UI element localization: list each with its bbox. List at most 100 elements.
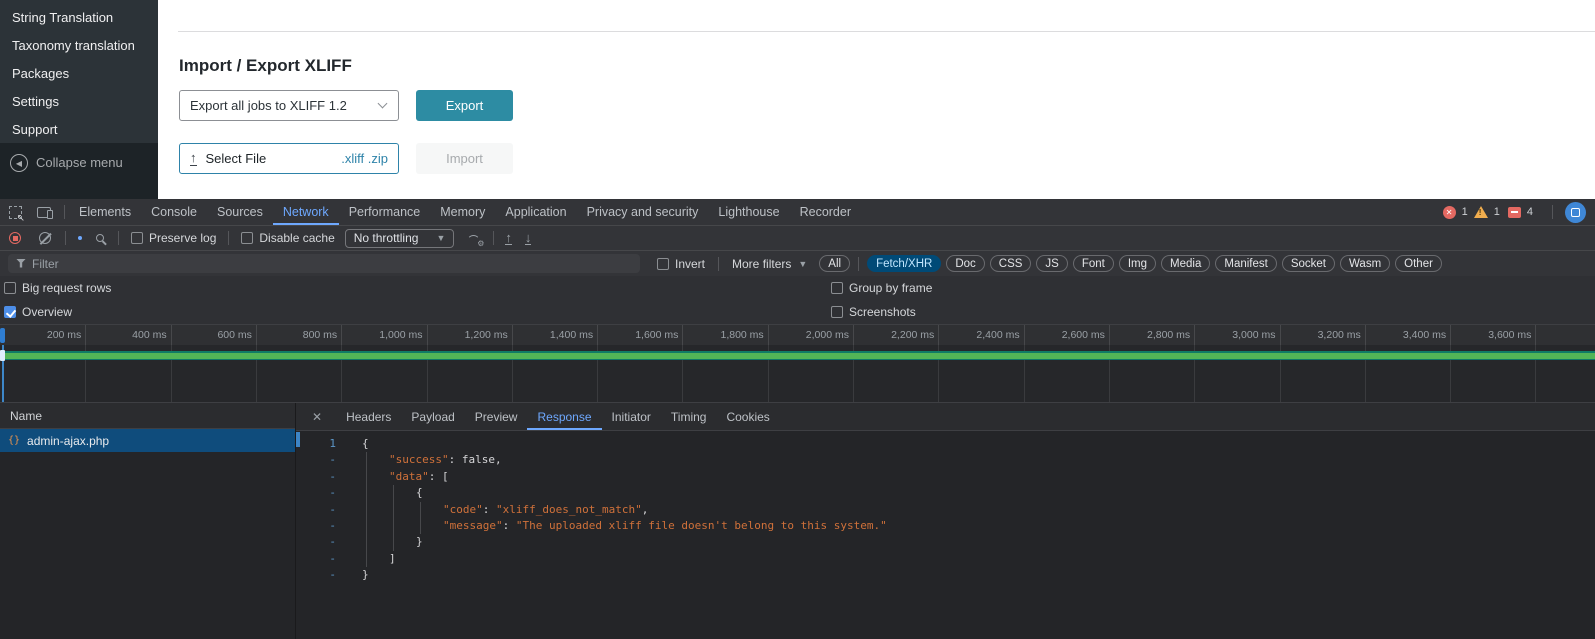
- detail-tab-cookies[interactable]: Cookies: [716, 403, 779, 430]
- ruler-label: 2,000 ms: [805, 329, 849, 341]
- detail-tab-headers[interactable]: Headers: [336, 403, 401, 430]
- devtools-tab-privacy-and-security[interactable]: Privacy and security: [577, 199, 709, 225]
- console-warnings-icon[interactable]: [1473, 206, 1488, 218]
- ruler-label: 3,000 ms: [1232, 329, 1276, 341]
- filter-pill-wasm[interactable]: Wasm: [1340, 255, 1391, 272]
- filter-pill-css[interactable]: CSS: [989, 255, 1032, 272]
- inspect-element-icon[interactable]: [9, 205, 25, 224]
- filter-pill-media[interactable]: Media: [1161, 255, 1211, 272]
- filter-pill-other[interactable]: Other: [1395, 255, 1442, 272]
- detail-tab-timing[interactable]: Timing: [661, 403, 717, 430]
- select-file-input[interactable]: ↑ Select File .xliff .zip: [179, 143, 399, 174]
- group-by-frame-checkbox[interactable]: [831, 282, 843, 294]
- overview-option[interactable]: Overview: [4, 305, 72, 319]
- issues-icon[interactable]: [1507, 206, 1521, 218]
- name-column-header[interactable]: Name: [0, 403, 295, 429]
- sidebar-item-settings[interactable]: Settings: [0, 88, 158, 116]
- filter-pill-socket[interactable]: Socket: [1281, 255, 1335, 272]
- filter-pill-img[interactable]: Img: [1118, 255, 1157, 272]
- clear-network-log-icon[interactable]: [39, 232, 51, 244]
- filter-pill-font[interactable]: Font: [1072, 255, 1114, 272]
- divider: [1552, 205, 1553, 219]
- close-icon[interactable]: ✕: [312, 410, 322, 424]
- collapse-menu-label: Collapse menu: [36, 155, 123, 170]
- network-overview[interactable]: [0, 345, 1595, 402]
- devtools-tab-performance[interactable]: Performance: [339, 199, 431, 225]
- devtools-tab-sources[interactable]: Sources: [207, 199, 273, 225]
- sidebar-item-string-translation[interactable]: String Translation: [0, 4, 158, 32]
- record-network-log-icon[interactable]: [9, 232, 21, 244]
- scroll-position-marker: [296, 432, 300, 447]
- export-type-select[interactable]: Export all jobs to XLIFF 1.2: [179, 90, 399, 121]
- screenshots-checkbox[interactable]: [831, 306, 843, 318]
- code-token: ]: [389, 551, 396, 565]
- extension-icon[interactable]: [1565, 201, 1586, 223]
- sidebar-item-taxonomy-translation[interactable]: Taxonomy translation: [0, 32, 158, 60]
- line-gutter: -: [329, 486, 336, 500]
- ruler-tick: [1535, 325, 1537, 345]
- network-toolbar: Preserve log Disable cache No throttling…: [0, 225, 1595, 250]
- group-by-frame-option[interactable]: Group by frame: [831, 281, 932, 295]
- filter-pill-all[interactable]: All: [819, 255, 851, 272]
- code-token: "message": [443, 519, 503, 533]
- ruler-label: 3,400 ms: [1402, 329, 1447, 341]
- request-row[interactable]: {} admin-ajax.php: [0, 429, 295, 452]
- response-line: -{: [296, 485, 1595, 502]
- filter-pill-doc[interactable]: Doc: [946, 255, 985, 272]
- devtools-tab-application[interactable]: Application: [495, 199, 576, 225]
- detail-tab-response[interactable]: Response: [527, 403, 601, 430]
- ruler-label: 3,600 ms: [1488, 329, 1532, 341]
- admin-sidebar: String Translation Taxonomy translation Pa…: [0, 0, 158, 199]
- code-token: {: [362, 437, 369, 450]
- throttling-select[interactable]: No throttling ▼: [344, 228, 455, 248]
- collapse-menu-button[interactable]: ◀ Collapse menu: [0, 143, 158, 199]
- ruler-label: 800 ms: [302, 329, 338, 341]
- detail-tab-payload[interactable]: Payload: [401, 403, 464, 430]
- ruler-label: 2,800 ms: [1146, 329, 1191, 341]
- response-line: -}: [296, 567, 1595, 583]
- line-gutter: -: [329, 453, 336, 467]
- response-body[interactable]: 1{- "success": false, - "data": [-{- "code":…: [296, 431, 1595, 639]
- big-request-rows-option[interactable]: Big request rows: [4, 281, 111, 295]
- import-har-icon[interactable]: ↑: [505, 231, 512, 245]
- filter-pill-manifest[interactable]: Manifest: [1215, 255, 1277, 272]
- invert-filter-option[interactable]: Invert: [657, 257, 705, 271]
- devtools-tab-console[interactable]: Console: [141, 199, 207, 225]
- devtools-tab-lighthouse[interactable]: Lighthouse: [708, 199, 789, 225]
- sidebar-item-packages[interactable]: Packages: [0, 60, 158, 88]
- export-button[interactable]: Export: [416, 90, 513, 121]
- indent-guide: [362, 534, 416, 551]
- chevron-down-icon: ▼: [798, 258, 808, 269]
- preserve-log-option[interactable]: Preserve log: [131, 231, 216, 245]
- select-file-label: Select File: [205, 151, 267, 166]
- devtools-status-badges: ✕ 1 1 4: [1442, 201, 1586, 223]
- big-request-rows-checkbox[interactable]: [4, 282, 16, 294]
- filter-pill-fetch-xhr[interactable]: Fetch/XHR: [867, 255, 942, 272]
- screenshots-option[interactable]: Screenshots: [831, 305, 916, 319]
- filter-pill-js[interactable]: JS: [1036, 255, 1068, 272]
- devtools-tab-network[interactable]: Network: [273, 199, 339, 225]
- devtools-tab-recorder[interactable]: Recorder: [790, 199, 861, 225]
- filter-input[interactable]: [8, 254, 640, 273]
- invert-checkbox[interactable]: [657, 257, 669, 270]
- disable-cache-checkbox[interactable]: [241, 232, 254, 244]
- export-har-icon[interactable]: ↓: [524, 231, 532, 245]
- line-gutter: -: [329, 535, 336, 549]
- network-conditions-icon[interactable]: [467, 233, 484, 248]
- import-button[interactable]: Import: [416, 143, 513, 174]
- overview-checkbox[interactable]: [4, 306, 16, 318]
- preserve-log-checkbox[interactable]: [131, 232, 143, 244]
- ruler-label: 1,200 ms: [464, 329, 508, 341]
- search-icon[interactable]: [96, 234, 104, 242]
- page-title: Import / Export XLIFF: [179, 56, 352, 75]
- devtools-tab-memory[interactable]: Memory: [430, 199, 495, 225]
- sidebar-item-support[interactable]: Support: [0, 116, 158, 144]
- detail-tab-preview[interactable]: Preview: [465, 403, 528, 430]
- console-errors-icon[interactable]: ✕: [1442, 205, 1456, 219]
- device-toolbar-icon[interactable]: [37, 206, 53, 219]
- devtools-tab-elements[interactable]: Elements: [69, 199, 141, 225]
- disable-cache-option[interactable]: Disable cache: [241, 231, 335, 245]
- detail-tab-initiator[interactable]: Initiator: [602, 403, 661, 430]
- timeline-cursor-handle[interactable]: [0, 350, 5, 361]
- more-filters-button[interactable]: More filters ▼: [732, 257, 807, 271]
